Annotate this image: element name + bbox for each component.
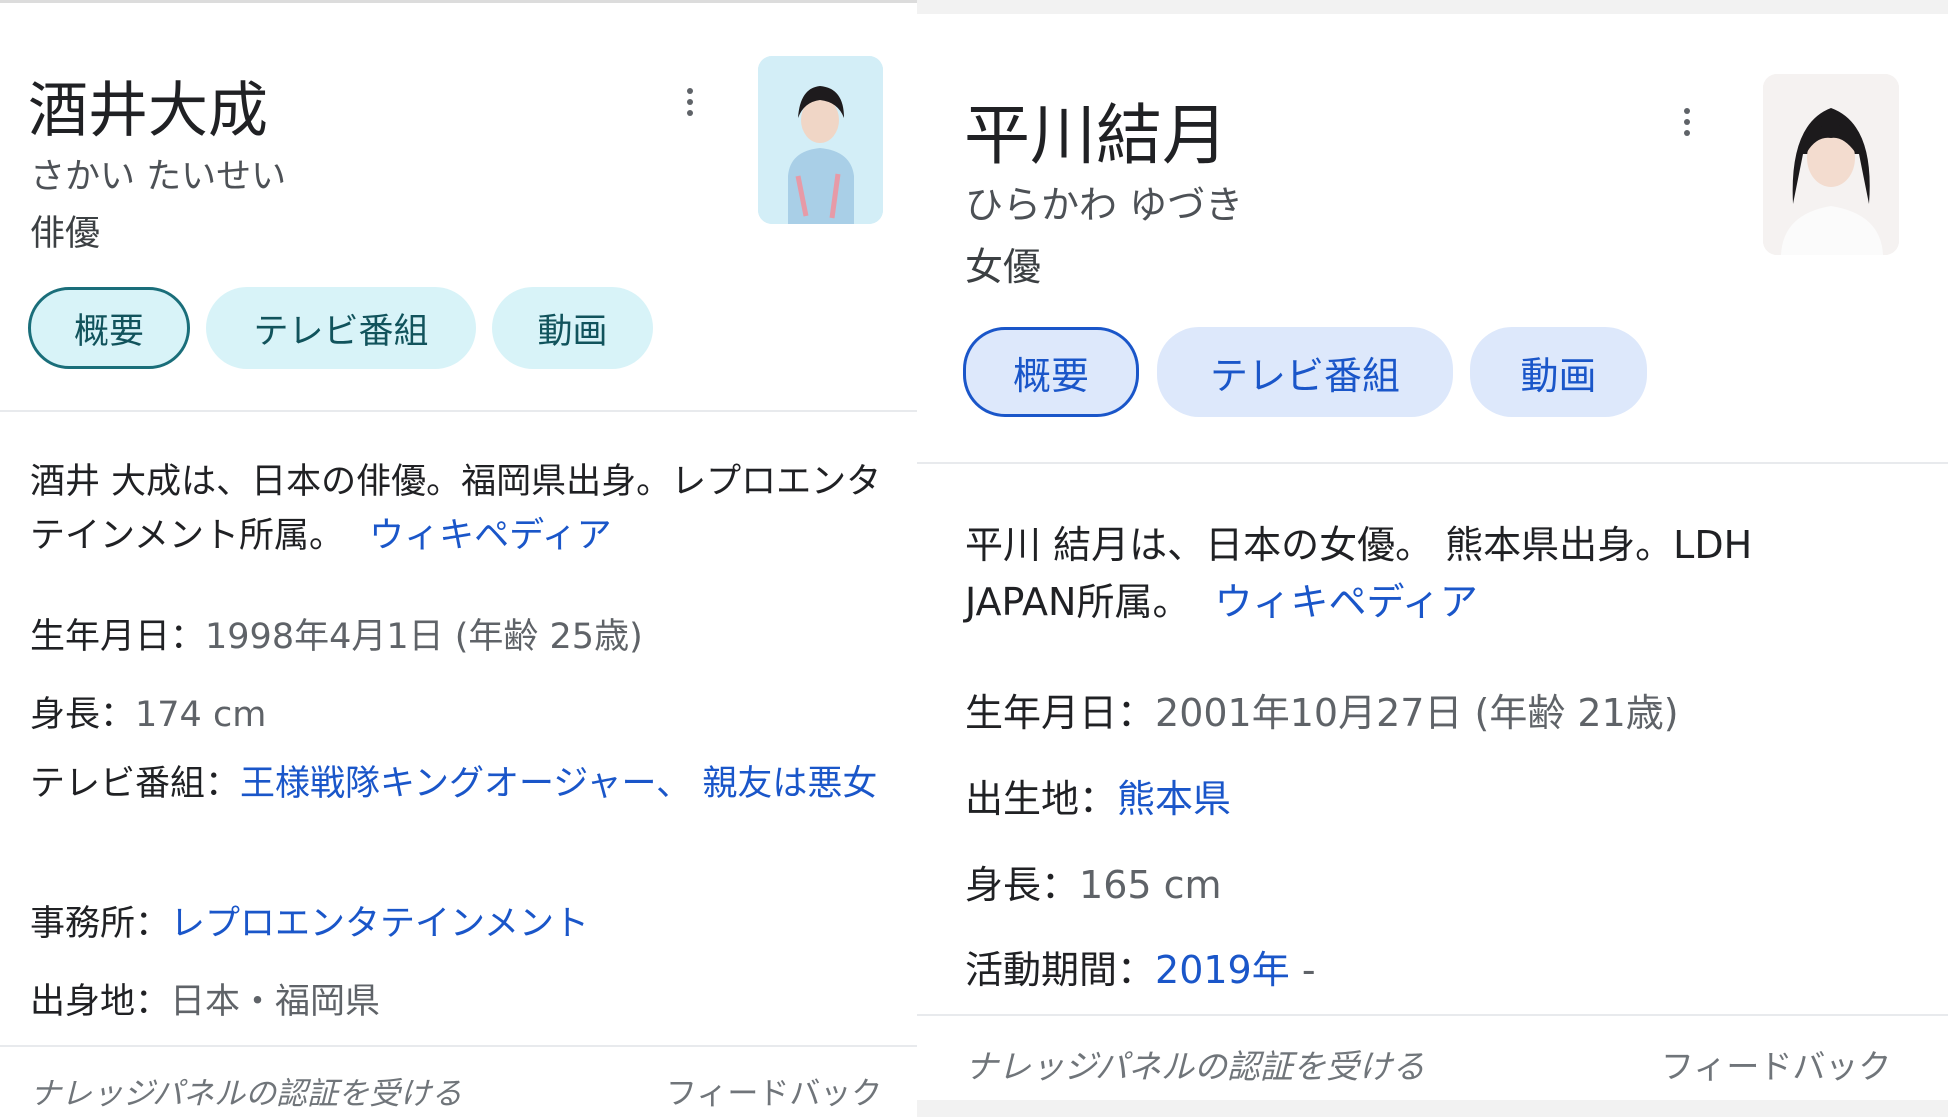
fact-value: 2001年10月27日 (年齢 21歳) (1155, 691, 1679, 735)
chip-tv-shows-label: テレビ番組 (253, 311, 429, 352)
fact-value: 174 cm (135, 695, 267, 735)
fact-height: 身長：174 cm (30, 686, 266, 737)
chip-tv-shows-label: テレビ番組 (1209, 353, 1400, 398)
fact-label: テレビ番組： (30, 764, 241, 804)
entity-role: 俳優 (30, 214, 101, 254)
fact-active-years: 活動期間：2019年 - (965, 939, 1316, 994)
entity-description: 平川 結月は、日本の女優。 熊本県出身。LDH JAPAN所属。 ウィキペディア (965, 517, 1845, 631)
wikipedia-link[interactable]: ウィキペディア (369, 516, 612, 556)
birthplace-link[interactable]: 熊本県 (1117, 777, 1231, 821)
fact-value-suffix: - (1289, 948, 1316, 992)
entity-photo[interactable] (758, 56, 883, 224)
knowledge-panel-left: 酒井大成 さかい たいせい 俳優 概要 テレビ番組 動画 酒井 大成は、日本の俳… (0, 0, 917, 1117)
claim-panel-link[interactable]: ナレッジパネルの認証を受ける (30, 1068, 462, 1113)
chip-videos-label: 動画 (1520, 353, 1597, 398)
more-vert-icon[interactable] (1675, 108, 1699, 136)
fact-label: 生年月日： (965, 691, 1156, 735)
chip-videos-label: 動画 (537, 311, 608, 352)
fact-value: 165 cm (1079, 863, 1222, 907)
chip-tv-shows[interactable]: テレビ番組 (1157, 327, 1453, 417)
knowledge-panel-right: 平川結月 ひらかわ ゆづき 女優 概要 テレビ番組 動画 平川 結月は、日本の女… (917, 0, 1948, 1117)
chip-overview-label: 概要 (73, 311, 144, 352)
fact-origin: 出身地：日本・福岡県 (30, 973, 380, 1024)
fact-label: 生年月日： (30, 617, 206, 657)
entity-photo[interactable] (1763, 74, 1899, 255)
panel-card: 平川結月 ひらかわ ゆづき 女優 概要 テレビ番組 動画 平川 結月は、日本の女… (917, 14, 1948, 1100)
entity-role: 女優 (965, 245, 1042, 289)
section-divider (917, 462, 1948, 464)
chip-overview[interactable]: 概要 (28, 287, 190, 369)
footer-divider (0, 1045, 917, 1047)
section-divider (0, 410, 917, 412)
entity-description: 酒井 大成は、日本の俳優。福岡県出身。レプロエンタテインメント所属。 ウィキペデ… (30, 455, 890, 564)
tv-link-king-ohger[interactable]: 王様戦隊キングオージャー (240, 764, 656, 804)
top-divider (0, 0, 917, 3)
fact-birthplace: 出生地：熊本県 (965, 768, 1231, 823)
portrait-illustration (1763, 74, 1899, 255)
chip-overview[interactable]: 概要 (963, 327, 1139, 417)
active-year-link[interactable]: 2019年 (1155, 948, 1290, 992)
wikipedia-link[interactable]: ウィキペディア (1215, 580, 1478, 624)
agency-link[interactable]: レプロエンタテインメント (170, 904, 589, 944)
entity-title: 酒井大成 (28, 76, 268, 146)
feedback-link[interactable]: フィードバック (1661, 1040, 1891, 1088)
fact-birthdate: 生年月日：1998年4月1日 (年齢 25歳) (30, 608, 643, 659)
chip-overview-label: 概要 (1012, 353, 1089, 398)
fact-height: 身長：165 cm (965, 854, 1222, 909)
fact-value: 日本・福岡県 (170, 982, 381, 1022)
fact-label: 事務所： (30, 904, 171, 944)
fact-value: 1998年4月1日 (年齢 25歳) (205, 617, 643, 657)
feedback-link[interactable]: フィードバック (666, 1068, 882, 1113)
claim-panel-link[interactable]: ナレッジパネルの認証を受ける (965, 1040, 1425, 1088)
entity-reading: さかい たいせい (30, 157, 287, 197)
footer-divider (917, 1014, 1948, 1016)
entity-reading: ひらかわ ゆづき (965, 183, 1244, 227)
portrait-illustration (758, 56, 883, 224)
chip-videos[interactable]: 動画 (492, 287, 653, 369)
fact-tv-shows: テレビ番組：王様戦隊キングオージャー、 親友は悪女 (30, 758, 900, 811)
fact-label: 出生地： (965, 777, 1118, 821)
fact-label: 身長： (965, 863, 1080, 907)
fact-label: 活動期間： (965, 948, 1156, 992)
tv-link-separator: 、 (656, 764, 692, 804)
fact-label: 身長： (30, 695, 136, 735)
fact-label: 出身地： (30, 982, 171, 1022)
tv-link-shinyu[interactable]: 親友は悪女 (702, 764, 877, 804)
entity-title: 平川結月 (964, 97, 1228, 174)
more-vert-icon[interactable] (678, 88, 702, 116)
fact-birthdate: 生年月日：2001年10月27日 (年齢 21歳) (965, 682, 1679, 737)
fact-agency: 事務所：レプロエンタテインメント (30, 895, 589, 946)
chip-videos[interactable]: 動画 (1470, 327, 1647, 417)
chip-tv-shows[interactable]: テレビ番組 (206, 287, 476, 369)
